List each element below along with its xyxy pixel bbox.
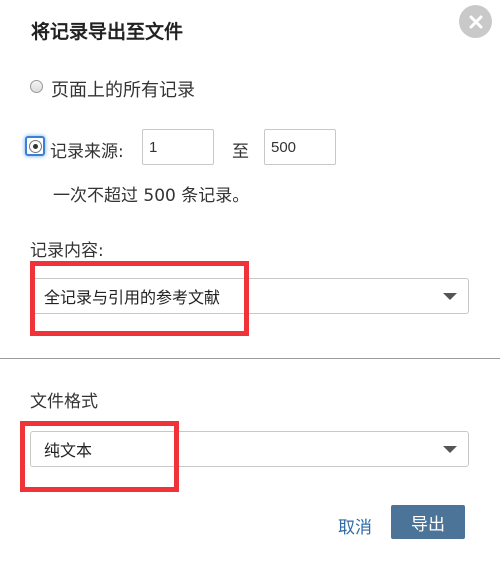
close-button[interactable] — [459, 5, 492, 38]
highlight-box-record-content — [30, 261, 249, 336]
radio-all-records[interactable] — [30, 80, 43, 93]
radio-selected-dot — [28, 139, 42, 153]
cancel-link[interactable]: 取消 — [338, 513, 372, 538]
export-button[interactable]: 导出 — [391, 505, 465, 539]
export-records-dialog: 将记录导出至文件 页面上的所有记录 记录来源: 至 一次不超过 500 条记录。… — [0, 0, 500, 567]
dialog-title: 将记录导出至文件 — [31, 21, 184, 43]
close-icon — [469, 15, 482, 28]
radio-record-source-label[interactable]: 记录来源: — [50, 137, 124, 162]
record-to-input[interactable] — [264, 129, 336, 165]
range-to-label: 至 — [232, 142, 249, 162]
file-format-label: 文件格式 — [30, 392, 98, 412]
record-from-input[interactable] — [142, 129, 214, 165]
record-limit-hint: 一次不超过 500 条记录。 — [53, 186, 250, 206]
record-content-label: 记录内容: — [30, 241, 104, 261]
chevron-down-icon — [443, 446, 457, 453]
radio-record-source[interactable] — [25, 136, 45, 156]
radio-all-records-label[interactable]: 页面上的所有记录 — [51, 76, 195, 102]
chevron-down-icon — [443, 293, 457, 300]
highlight-box-file-format — [20, 421, 179, 492]
section-divider — [0, 358, 500, 359]
